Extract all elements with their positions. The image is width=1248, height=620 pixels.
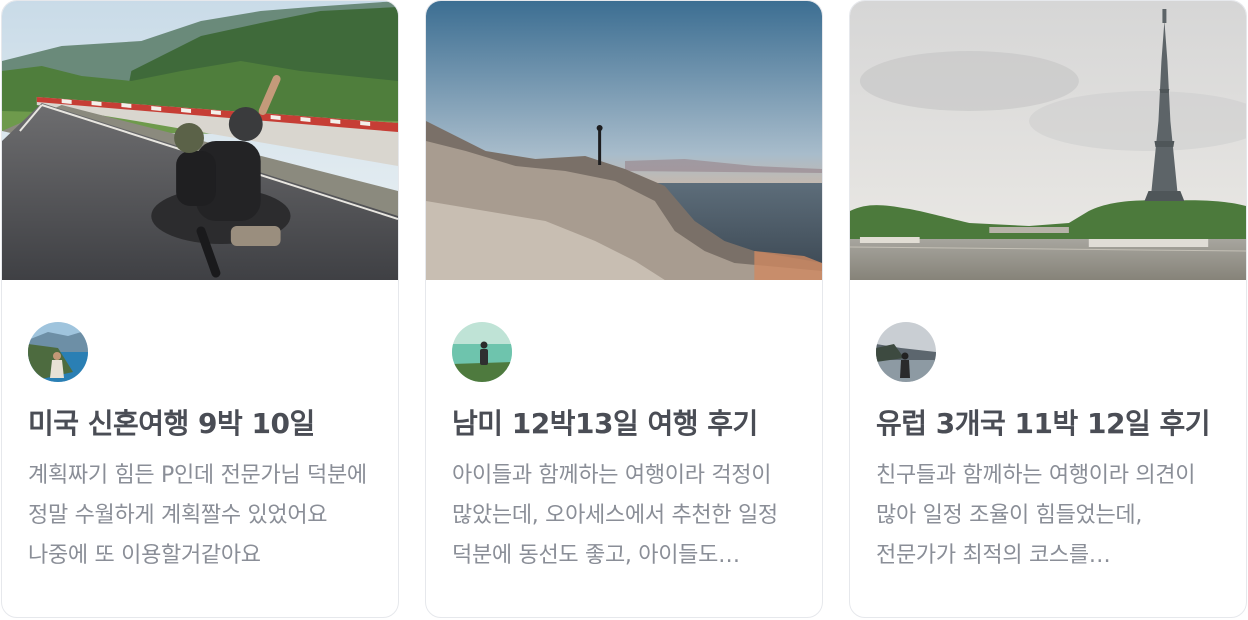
traveler-by-lake-avatar bbox=[28, 322, 88, 382]
review-description: 계획짜기 힘든 P인데 전문가님 덕분에 정말 수월하게 계획짤수 있었어요 나… bbox=[28, 463, 367, 568]
review-card-list: 미국 신혼여행 9박 10일 계획짜기 힘든 P인데 전문가님 덕분에 정말 수… bbox=[0, 0, 1248, 620]
review-description: 아이들과 함께하는 여행이라 걱정이 많았는데, 오아세스에서 추천한 일정 덕… bbox=[452, 463, 778, 568]
hiker-on-hill-avatar bbox=[452, 322, 512, 382]
sunset-rocky-coast-photo bbox=[426, 1, 822, 280]
eiffel-tower-seine-photo bbox=[850, 1, 1246, 280]
review-card[interactable]: 미국 신혼여행 9박 10일 계획짜기 힘든 P인데 전문가님 덕분에 정말 수… bbox=[1, 0, 399, 618]
review-title: 유럽 3개국 11박 12일 후기 bbox=[876, 407, 1211, 440]
person-at-seaside-avatar bbox=[876, 322, 936, 382]
motorbike-coastal-road-photo bbox=[2, 1, 398, 280]
review-description: 친구들과 함께하는 여행이라 의견이 많아 일정 조율이 힘들었는데, 전문가가… bbox=[876, 463, 1196, 568]
review-card[interactable]: 남미 12박13일 여행 후기 아이들과 함께하는 여행이라 걱정이 많았는데,… bbox=[425, 0, 823, 618]
review-title: 남미 12박13일 여행 후기 bbox=[452, 407, 758, 440]
review-card[interactable]: 유럽 3개국 11박 12일 후기 친구들과 함께하는 여행이라 의견이 많아 … bbox=[849, 0, 1247, 618]
review-title: 미국 신혼여행 9박 10일 bbox=[28, 407, 315, 440]
